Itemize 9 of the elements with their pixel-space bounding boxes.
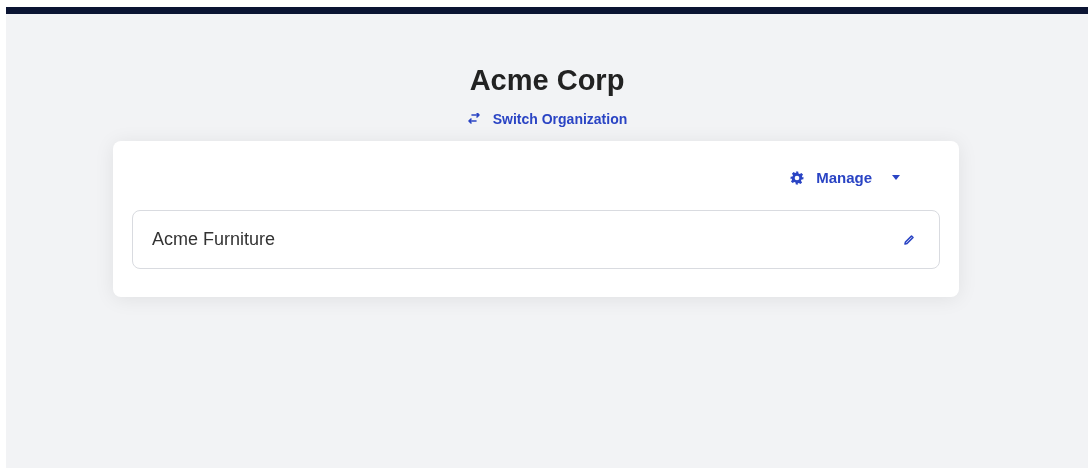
organization-title: Acme Corp	[469, 64, 625, 97]
switch-organization-link[interactable]: Switch Organization	[466, 111, 628, 127]
company-name: Acme Furniture	[152, 229, 276, 250]
swap-arrows-icon	[466, 113, 481, 125]
edit-button[interactable]	[903, 233, 915, 246]
settings-icon	[790, 170, 805, 185]
pencil-icon	[903, 233, 915, 246]
manage-menu-button[interactable]: Manage	[790, 167, 900, 188]
caret-icon	[892, 175, 900, 180]
